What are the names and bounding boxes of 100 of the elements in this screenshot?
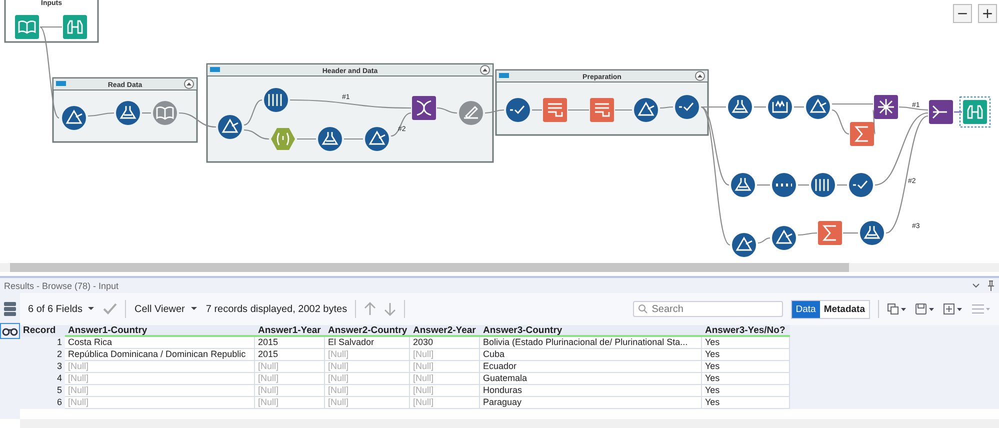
table-cell: Yes (702, 361, 790, 373)
table-node-icon[interactable] (543, 98, 567, 122)
column-header[interactable]: Answer2-Country (325, 325, 410, 337)
merge-node-icon[interactable] (929, 100, 953, 124)
chevron-down-icon[interactable] (971, 280, 981, 290)
network-node-icon[interactable] (874, 95, 898, 119)
connection-line (754, 106, 766, 108)
connection-line (142, 112, 151, 114)
connection-line (88, 112, 114, 117)
checkmark-node-icon[interactable] (849, 173, 873, 197)
column-header[interactable]: Answer1-Country (65, 325, 255, 337)
search-icon (638, 304, 648, 314)
view-toggle[interactable]: Data (792, 300, 820, 318)
flask-node-icon[interactable] (116, 101, 140, 125)
records-summary: 7 records displayed, 2002 bytes (206, 304, 348, 314)
triangle-node-icon[interactable] (218, 115, 242, 139)
table-cell: [Null] (65, 397, 255, 409)
table-cell: [Null] (325, 385, 410, 397)
columns-node-icon[interactable] (264, 88, 288, 112)
table-node-icon[interactable] (590, 98, 614, 122)
triangle-node-icon[interactable] (62, 106, 86, 130)
sigma-node-icon[interactable] (850, 122, 874, 146)
table-cell: [Null] (325, 373, 410, 385)
table-cell: [Null] (325, 397, 410, 409)
horizontal-scrollbar[interactable] (0, 263, 999, 272)
table-cell: [Null] (410, 349, 480, 361)
zoom-button[interactable]: + (978, 4, 997, 23)
flask-node-icon[interactable] (318, 127, 342, 151)
checkmark-node-icon[interactable] (675, 95, 699, 119)
triangle-node-icon[interactable] (772, 226, 796, 250)
table-cell: [Null] (65, 373, 255, 385)
binoculars-icon (2, 326, 18, 336)
table-cell: [Null] (410, 373, 480, 385)
connection-line (484, 109, 504, 114)
connection-line (832, 109, 850, 135)
table-cell: 2015 (255, 337, 325, 349)
table-cell: [Null] (255, 397, 325, 409)
column-header[interactable]: Answer3-Yes/No? (702, 325, 790, 337)
connection-line (837, 184, 847, 186)
dots-node-icon[interactable] (772, 173, 796, 197)
connection-line (758, 237, 770, 244)
hexagon-node-icon[interactable] (271, 128, 295, 150)
connection-line (798, 184, 809, 186)
binoculars-tab[interactable] (0, 323, 20, 339)
copy-icon[interactable] (887, 303, 907, 315)
table-cell: Costa Rica (65, 337, 255, 349)
table-cell: Cuba (480, 349, 702, 361)
table-cell: Yes (702, 373, 790, 385)
book-node-icon[interactable] (153, 101, 177, 125)
table-cell: Honduras (480, 385, 702, 397)
table-cell: [Null] (410, 385, 480, 397)
search-field[interactable]: Search (632, 301, 783, 317)
column-header[interactable]: Answer3-Country (480, 325, 702, 337)
table-cell: [Null] (325, 361, 410, 373)
table-cell: Ecuador (480, 361, 702, 373)
connection-line (390, 112, 412, 137)
table-cell: República Dominicana / Dominican Republic (65, 349, 255, 361)
connection-line (843, 232, 858, 234)
triangle-node-icon[interactable] (732, 233, 756, 257)
connection-line (568, 109, 589, 111)
connection-line (757, 184, 770, 186)
columns-node-icon[interactable] (811, 173, 835, 197)
pin-icon[interactable] (987, 280, 995, 292)
list-view-icon[interactable] (3, 301, 17, 317)
column-header[interactable]: Answer1-Year (255, 325, 325, 337)
checkmark-node-icon[interactable] (506, 98, 530, 122)
table-cell: Yes (702, 385, 790, 397)
connection-line (615, 109, 632, 111)
view-toggle[interactable]: Metadata (820, 300, 869, 318)
checkmark-icon[interactable] (103, 303, 118, 315)
zoom-button[interactable]: − (953, 4, 972, 23)
sigma-node-icon[interactable] (818, 221, 842, 245)
viewer-dropdown[interactable]: Cell Viewer (134, 304, 198, 314)
pen-node-icon[interactable] (459, 101, 483, 125)
connection-line (178, 112, 216, 128)
connection-line (532, 109, 542, 111)
column-header[interactable]: Record (20, 325, 65, 337)
flask-node-icon[interactable] (728, 95, 752, 119)
caret-icon (190, 306, 198, 312)
triangle-node-icon[interactable] (806, 95, 830, 119)
connection-line (297, 138, 316, 140)
flask-node-icon[interactable] (860, 221, 884, 245)
caret-icon (87, 306, 96, 312)
table-cell: 2030 (410, 337, 480, 349)
flask-node-icon[interactable] (731, 173, 755, 197)
triangle-node-icon[interactable] (634, 98, 658, 122)
table-add-icon[interactable] (943, 303, 963, 315)
book-node-icon[interactable] (15, 15, 39, 39)
connection-line (436, 107, 458, 114)
fields-dropdown[interactable]: 6 of 6 Fields (28, 304, 96, 314)
table-cell: [Null] (410, 361, 480, 373)
table-cell: [Null] (410, 397, 480, 409)
binoculars-node-icon[interactable] (960, 96, 990, 128)
column-header[interactable]: Answer2-Year (410, 325, 480, 337)
connection-line (832, 103, 873, 105)
save-icon[interactable] (915, 303, 935, 315)
table-cell: [Null] (255, 361, 325, 373)
panel-title: Results - Browse (78) - Input (4, 280, 120, 290)
binoculars-node-icon[interactable] (63, 15, 87, 39)
triangle-node-icon[interactable] (365, 127, 389, 151)
